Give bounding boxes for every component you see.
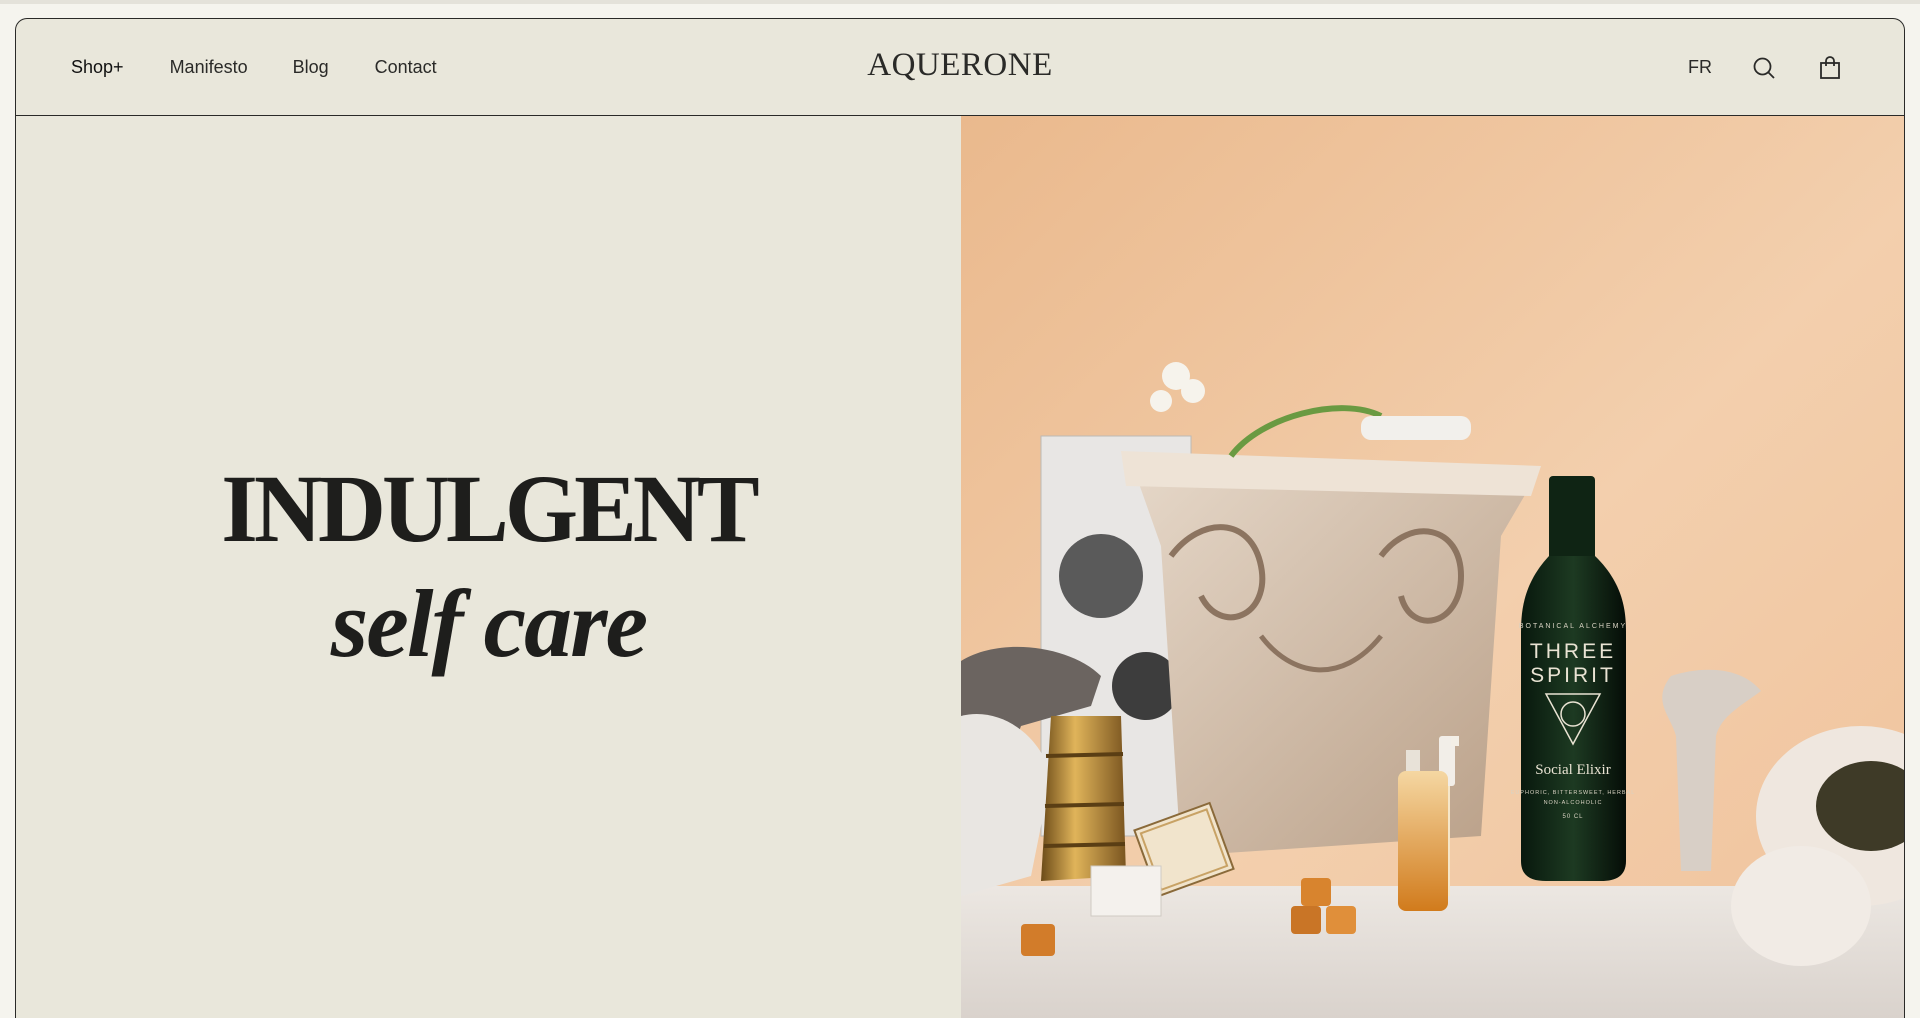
bottle-descriptor: EUPHORIC, BITTERSWEET, HERBAL xyxy=(1511,790,1636,796)
bottle-non-alcoholic: NON-ALCOHOLIC xyxy=(1544,800,1603,806)
nav-manifesto-link[interactable]: Manifesto xyxy=(170,57,248,78)
bottle-brand-line1: THREE xyxy=(1530,640,1616,663)
hero-image: BOTANICAL ALCHEMY THREE SPIRIT Social El… xyxy=(961,116,1904,1018)
cart-icon[interactable] xyxy=(1816,54,1844,82)
hero-subheadline: self care xyxy=(330,570,648,677)
utility-nav: FR xyxy=(1688,19,1844,116)
nav-contact-link[interactable]: Contact xyxy=(375,57,437,78)
browser-top-strip xyxy=(0,0,1920,4)
hero-headline: INDULGENT xyxy=(221,455,759,562)
page-frame: Shop+ Manifesto Blog Contact AQUERONE FR xyxy=(15,18,1905,1018)
search-icon[interactable] xyxy=(1750,54,1778,82)
primary-nav: Shop+ Manifesto Blog Contact xyxy=(71,19,437,116)
bottle-product-name: Social Elixir xyxy=(1535,762,1610,778)
site-logo[interactable]: AQUERONE xyxy=(867,47,1052,84)
nav-shop-link[interactable]: Shop+ xyxy=(71,57,124,78)
site-header: Shop+ Manifesto Blog Contact AQUERONE FR xyxy=(16,19,1904,116)
language-switch[interactable]: FR xyxy=(1688,57,1712,78)
bottle-top-label: BOTANICAL ALCHEMY xyxy=(1519,623,1627,630)
bottle-brand-line2: SPIRIT xyxy=(1530,664,1616,687)
nav-blog-link[interactable]: Blog xyxy=(293,57,329,78)
hero-text-panel: INDULGENT self care xyxy=(16,116,961,1018)
bottle-volume: 50 CL xyxy=(1562,814,1583,820)
product-still-life-image: BOTANICAL ALCHEMY THREE SPIRIT Social El… xyxy=(961,116,1904,1018)
